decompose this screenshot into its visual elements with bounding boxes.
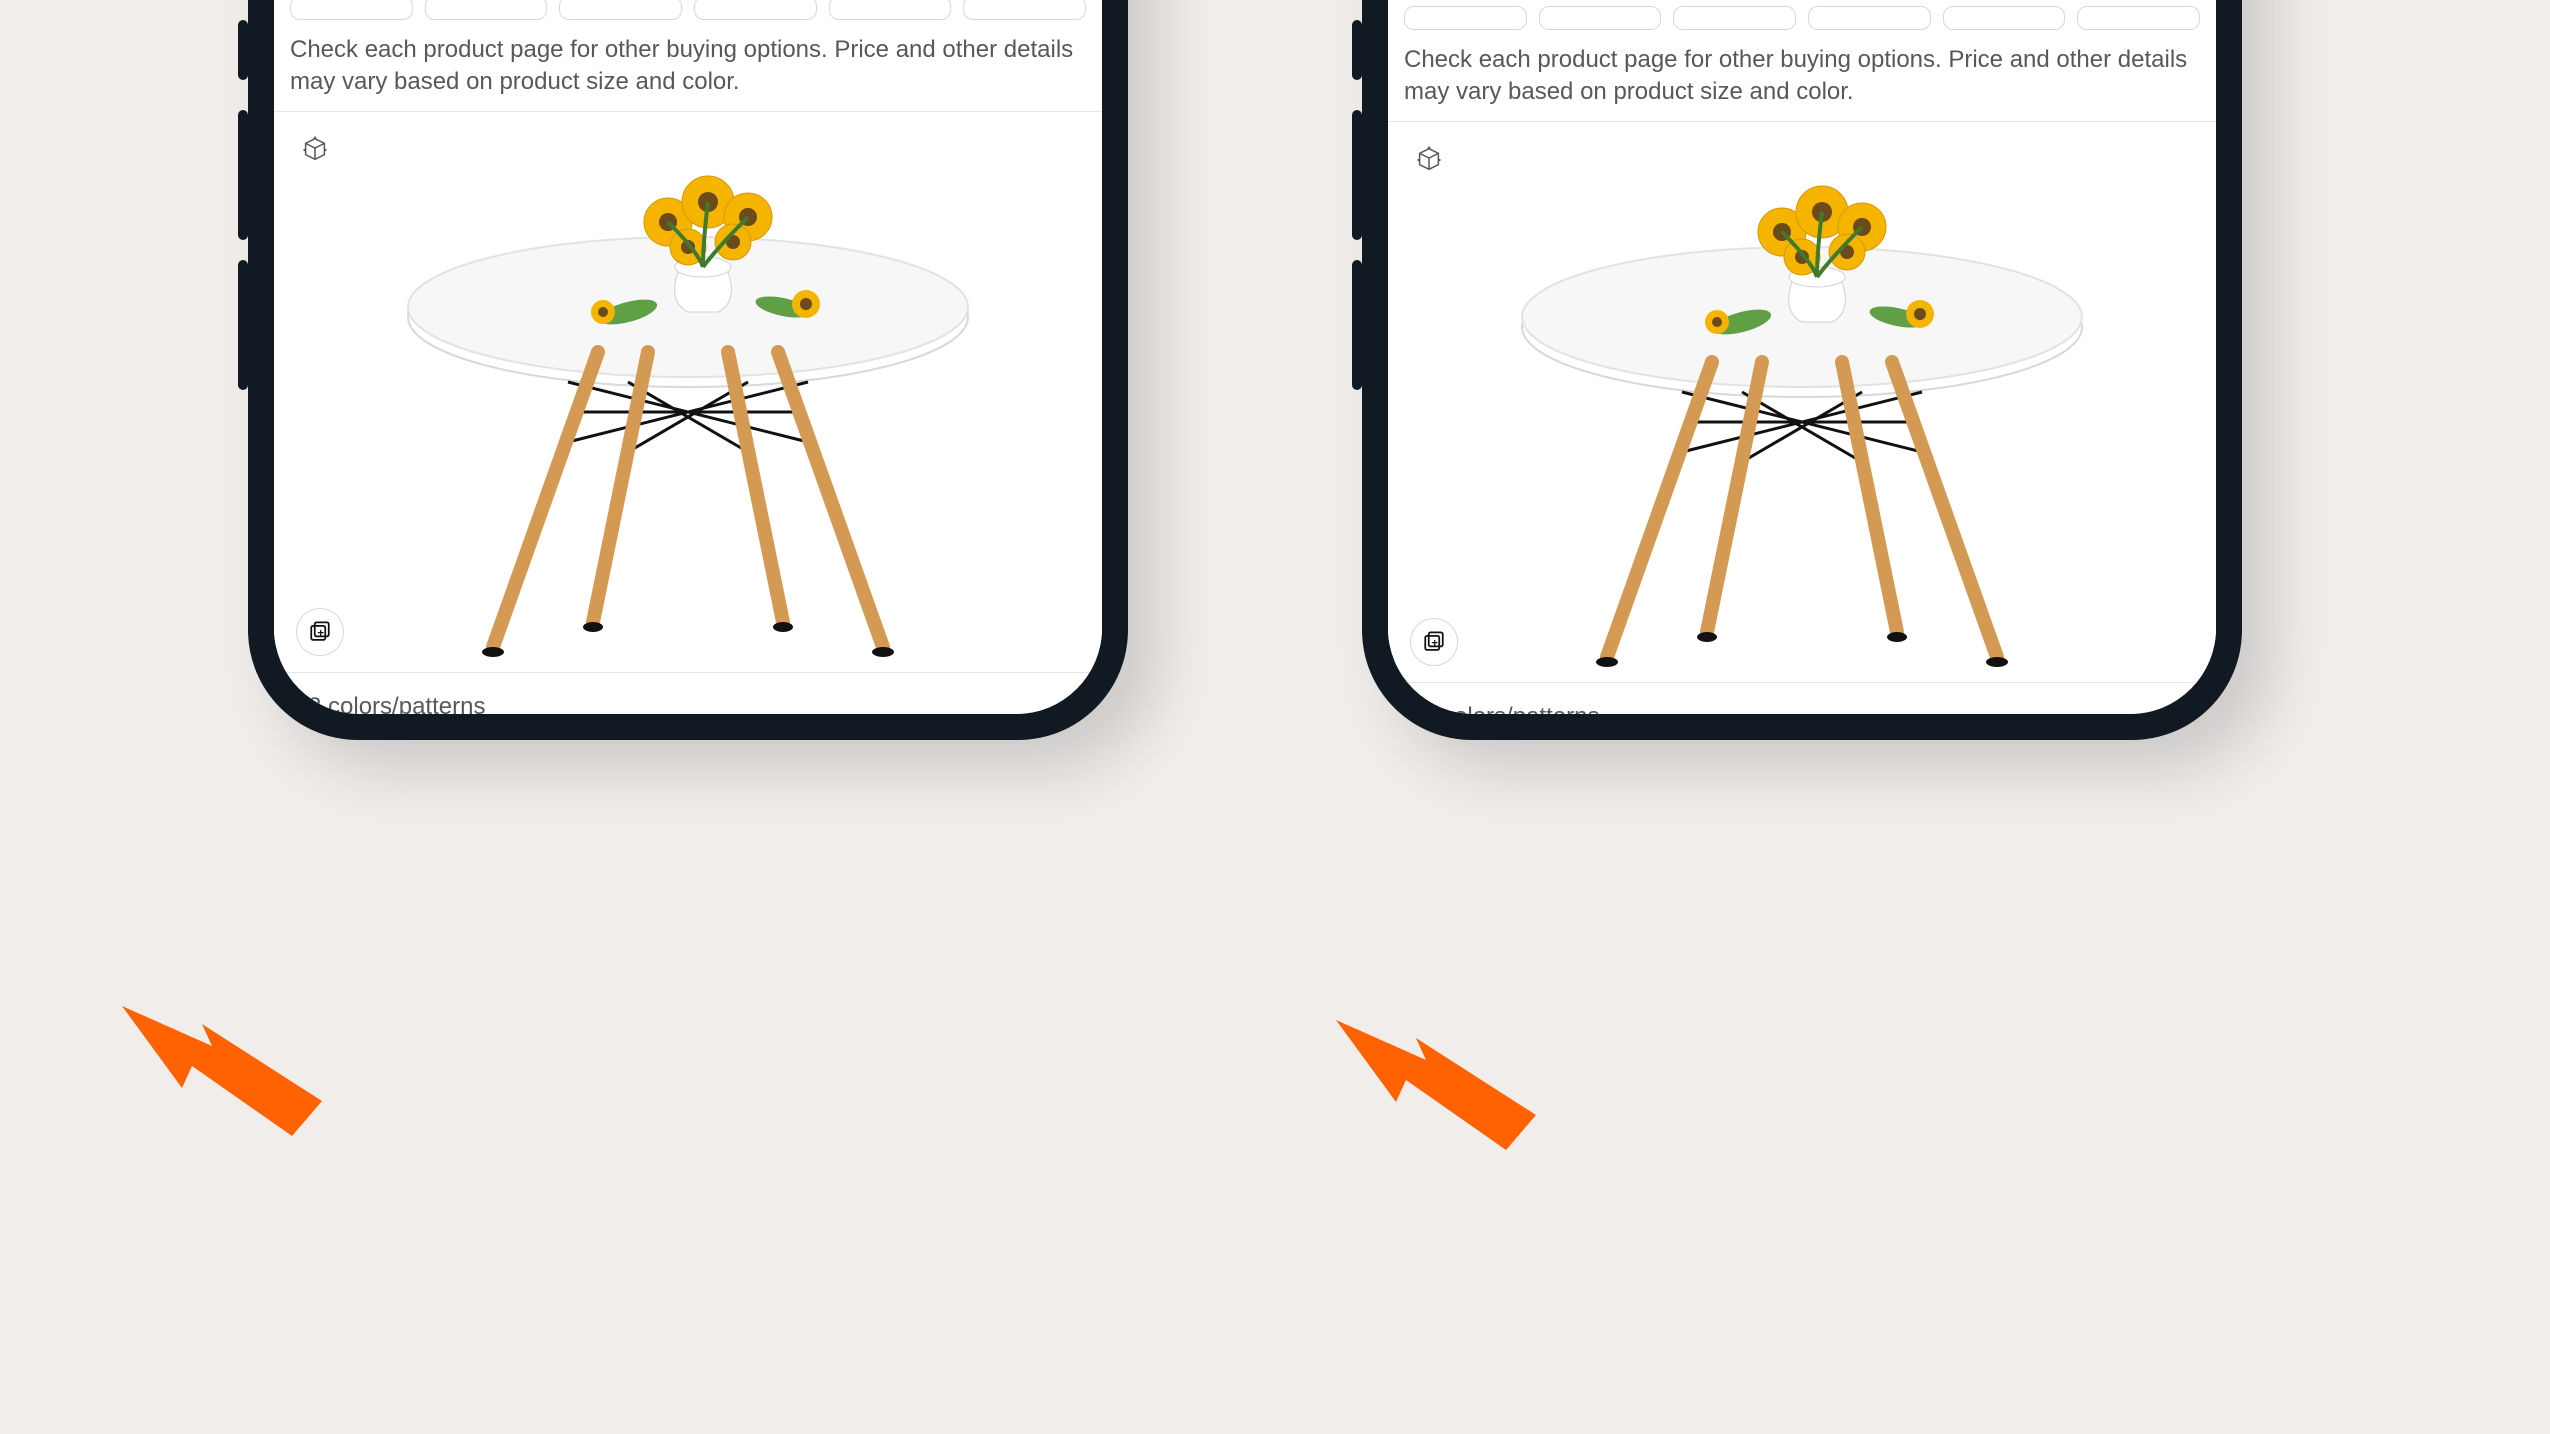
3d-view-icon[interactable] (296, 130, 334, 168)
phone-side-button (238, 110, 248, 240)
phone-side-button (238, 20, 248, 80)
more-choices-icon[interactable]: + (296, 608, 344, 656)
product-illustration (378, 152, 998, 672)
phone-screen: Check each product page for other buying… (1388, 0, 2216, 714)
variant-options-link[interactable]: +2 colors/patterns (294, 685, 485, 714)
filter-chip[interactable] (694, 0, 817, 20)
product-image[interactable]: + (1388, 122, 2216, 682)
results-notice: Check each product page for other buying… (274, 28, 1102, 112)
phone-side-button (1352, 20, 1362, 80)
filter-chip[interactable] (829, 0, 952, 20)
filter-chip[interactable] (2077, 6, 2200, 30)
variant-options-link[interactable]: +2 colors/patterns (1408, 695, 1599, 714)
phone-mock-right: Check each product page for other buying… (1362, 0, 2242, 740)
comparison-stage: Check each product page for other buying… (0, 0, 2550, 1434)
filter-chip[interactable] (290, 0, 413, 20)
filter-chip[interactable] (1943, 6, 2066, 30)
phone-side-button (1352, 260, 1362, 390)
svg-text:+: + (317, 627, 324, 639)
filter-chip[interactable] (1673, 6, 1796, 30)
annotation-arrow-icon (122, 1006, 322, 1136)
more-choices-icon[interactable]: + (1410, 618, 1458, 666)
3d-view-icon[interactable] (1410, 140, 1448, 178)
filter-chip[interactable] (1404, 6, 1527, 30)
product-illustration (1492, 162, 2112, 682)
filter-chip-row (274, 0, 1102, 28)
filter-chip[interactable] (1539, 6, 1662, 30)
svg-text:+: + (1431, 637, 1438, 649)
search-results[interactable]: Check each product page for other buying… (1388, 6, 2216, 714)
product-meta: +2 colors/patterns Sponsored Round White… (1388, 682, 2216, 714)
filter-chip-row (1388, 6, 2216, 38)
product-card[interactable]: + +2 colors/patterns Sponsored Round Whi… (1388, 122, 2216, 714)
phone-mock-left: Check each product page for other buying… (248, 0, 1128, 740)
phone-side-button (238, 260, 248, 390)
filter-chip[interactable] (1808, 6, 1931, 30)
filter-chip[interactable] (425, 0, 548, 20)
search-results[interactable]: Check each product page for other buying… (274, 0, 1102, 714)
filter-chip[interactable] (963, 0, 1086, 20)
product-meta: +2 colors/patterns Sponsored Round White… (274, 672, 1102, 714)
annotation-arrow-icon (1336, 1020, 1536, 1150)
product-card[interactable]: + +2 colors/patterns Sponsored Round Whi… (274, 112, 1102, 714)
phone-side-button (1352, 110, 1362, 240)
filter-chip[interactable] (559, 0, 682, 20)
results-notice: Check each product page for other buying… (1388, 38, 2216, 122)
product-image[interactable]: + (274, 112, 1102, 672)
phone-screen: Check each product page for other buying… (274, 0, 1102, 714)
